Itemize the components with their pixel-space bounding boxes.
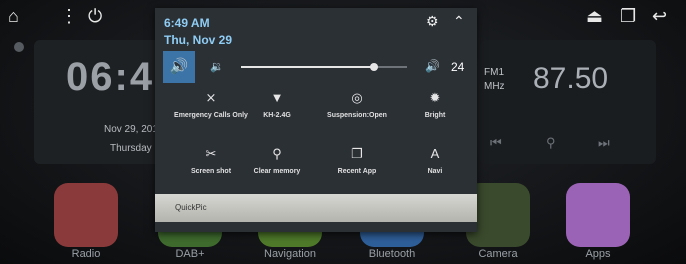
navi-icon: A xyxy=(430,146,440,161)
recent-apps-icon: ❐ xyxy=(351,146,363,161)
home-icon[interactable]: ⌂ xyxy=(8,4,19,28)
volume-max-icon: 🔊 xyxy=(425,59,440,73)
more-vert-icon[interactable]: ⋮ xyxy=(60,4,78,28)
back-icon[interactable]: ↩ xyxy=(652,4,667,28)
wifi-icon: ▼ xyxy=(270,90,284,105)
app-label: Apps xyxy=(585,248,611,260)
radio-widget[interactable] xyxy=(480,40,656,164)
app-label: Radio xyxy=(71,248,101,260)
volume-value: 24 xyxy=(451,60,465,74)
quick-settings-panel: 6:49 AM Thu, Nov 29 ⚙ ⌃ 🔊 🔉 🔊 24 ⨯ Emerge… xyxy=(155,8,477,232)
panel-date: Thu, Nov 29 xyxy=(164,33,233,47)
app-label: Camera xyxy=(478,248,518,260)
quick-toggle-label: Navi xyxy=(427,168,443,175)
app-label: DAB+ xyxy=(175,248,205,260)
collapse-chevron-icon[interactable]: ⌃ xyxy=(453,13,465,30)
radio-band-label: FM1 xyxy=(484,67,504,78)
volume-slider-handle[interactable] xyxy=(369,63,378,71)
eject-icon[interactable]: ⏏ xyxy=(586,4,603,28)
suspension-icon: ◎ xyxy=(351,90,363,105)
radio-band: FM1 MHz xyxy=(484,66,505,94)
volume-low-icon: 🔉 xyxy=(210,61,224,73)
quick-toggle[interactable]: ▼ KH-2.4G xyxy=(237,90,317,138)
app-icon-radio[interactable] xyxy=(54,183,118,247)
panel-time: 6:49 AM xyxy=(164,16,210,30)
recents-icon[interactable]: ❐ xyxy=(620,4,636,28)
power-icon[interactable]: ⏻ xyxy=(88,4,102,28)
quick-toggle-label: Bright xyxy=(424,112,446,119)
next-icon[interactable]: ⏭ xyxy=(598,135,610,151)
volume-high-icon: 🔊 xyxy=(169,58,189,75)
notification-quickpic[interactable]: QuickPic xyxy=(155,194,477,222)
home-screen: ⌂ ⋮ ⏻ ⏏ ❐ ↩ 06:4 Nov 29, 201 Thursday FM… xyxy=(0,0,686,264)
volume-speaker-button[interactable]: 🔊 xyxy=(163,51,195,83)
brightness-icon: ✹ xyxy=(429,90,441,105)
quick-toggle[interactable]: ⚲ Clear memory xyxy=(237,146,317,194)
previous-icon[interactable]: ⏮ xyxy=(490,135,502,151)
clock-day: Thursday xyxy=(110,143,152,154)
radio-unit-label: MHz xyxy=(484,81,505,92)
radio-frequency: 87.50 xyxy=(533,62,609,95)
clock-date: Nov 29, 201 xyxy=(104,124,158,135)
app-label: Bluetooth xyxy=(368,248,416,260)
quick-toggle[interactable]: ✹ Bright xyxy=(395,90,475,138)
app-icon-apps[interactable] xyxy=(566,183,630,247)
app-label: Navigation xyxy=(264,248,316,260)
notification-title: QuickPic xyxy=(175,203,207,212)
volume-slider[interactable] xyxy=(241,63,407,71)
indicator-dot xyxy=(14,42,24,52)
volume-slider-fill xyxy=(241,66,374,68)
settings-gear-icon[interactable]: ⚙ xyxy=(426,13,439,30)
search-icon[interactable]: ⚲ xyxy=(546,135,556,151)
broom-icon: ⚲ xyxy=(272,146,282,161)
clock-time: 06:4 xyxy=(66,55,155,99)
quick-toggle[interactable]: A Navi xyxy=(395,146,475,194)
